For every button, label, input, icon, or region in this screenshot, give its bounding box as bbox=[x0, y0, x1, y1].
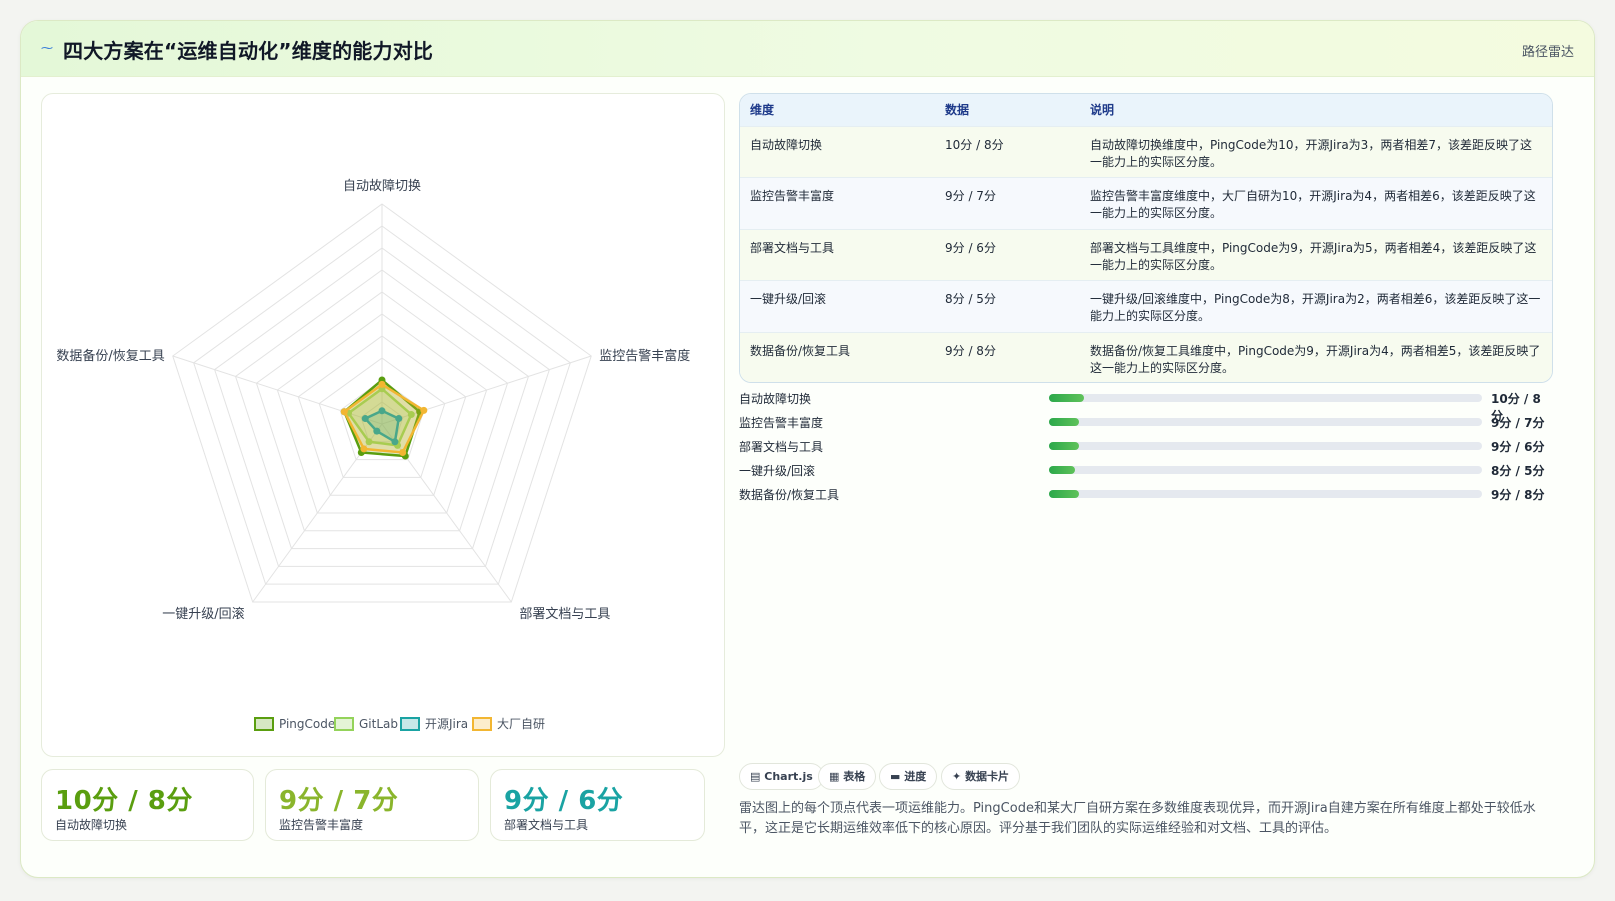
progress-label: 一键升级/回滚 bbox=[739, 464, 816, 478]
radar-axis-label: 数据备份/恢复工具 bbox=[56, 348, 164, 364]
radar-point bbox=[420, 406, 428, 414]
radar-point bbox=[340, 408, 348, 416]
table-row: 部署文档与工具 9分 / 6分 部署文档与工具维度中，PingCode为9，开源… bbox=[740, 228, 1552, 281]
progress-row: 部署文档与工具 9分 / 6分 bbox=[739, 436, 1549, 456]
progress-value: 9分 / 8分 bbox=[1491, 488, 1545, 502]
page-title: 四大方案在“运维自动化”维度的能力对比 bbox=[63, 39, 434, 63]
table-cell-data: 9分 / 7分 bbox=[935, 177, 1080, 229]
progress-icon: ▬ bbox=[890, 770, 901, 783]
progress-track bbox=[1049, 394, 1482, 402]
table-header-row: 维度 数据 说明 bbox=[740, 94, 1552, 126]
progress-value: 8分 / 5分 bbox=[1491, 464, 1545, 478]
progress-value: 9分 / 7分 bbox=[1491, 416, 1545, 430]
chip-label: Chart.js bbox=[764, 770, 813, 783]
chip-table[interactable]: ▦ 表格 bbox=[818, 763, 877, 790]
progress-track bbox=[1049, 490, 1482, 498]
chip-chartjs[interactable]: ▤ Chart.js bbox=[739, 763, 824, 790]
chart-icon: ▤ bbox=[750, 770, 761, 783]
header: ⁓ 四大方案在“运维自动化”维度的能力对比 路径雷达 bbox=[21, 21, 1594, 77]
table-row: 数据备份/恢复工具 9分 / 8分 数据备份/恢复工具维度中，PingCode为… bbox=[740, 331, 1552, 382]
table-header: 维度 bbox=[740, 94, 935, 126]
table-row: 监控告警丰富度 9分 / 7分 监控告警丰富度维度中，大厂自研为10，开源Jir… bbox=[740, 177, 1552, 229]
kpi-value: 9分 / 6分 bbox=[504, 786, 624, 816]
progress-label: 部署文档与工具 bbox=[739, 440, 824, 454]
progress-fill bbox=[1049, 490, 1080, 498]
table-header: 数据 bbox=[935, 94, 1080, 126]
kpi-label: 部署文档与工具 bbox=[504, 818, 589, 832]
progress-fill bbox=[1049, 418, 1080, 426]
chip-progress[interactable]: ▬ 进度 bbox=[879, 763, 938, 790]
legend-swatch bbox=[472, 717, 492, 731]
legend-label: GitLab bbox=[359, 717, 398, 731]
radar-axis-label: 部署文档与工具 bbox=[519, 607, 610, 622]
table-cell-data: 10分 / 8分 bbox=[935, 125, 1080, 178]
progress-row: 监控告警丰富度 9分 / 7分 bbox=[739, 412, 1549, 432]
table-cell-dimension: 监控告警丰富度 bbox=[740, 177, 935, 229]
progress-track bbox=[1049, 466, 1482, 474]
legend-swatch bbox=[254, 717, 274, 731]
legend-swatch bbox=[334, 717, 354, 731]
description-note: 雷达图上的每个顶点代表一项运维能力。PingCode和某大厂自研方案在多数维度表… bbox=[739, 801, 1536, 836]
kpi-value: 9分 / 7分 bbox=[279, 786, 399, 816]
kpi-card-3: 9分 / 6分 部署文档与工具 bbox=[490, 769, 705, 841]
main-card: ⁓ 四大方案在“运维自动化”维度的能力对比 路径雷达 自动故障切换 监控告警丰富度… bbox=[20, 20, 1595, 878]
legend-label: PingCode bbox=[279, 717, 335, 731]
table-cell-data: 9分 / 8分 bbox=[935, 331, 1080, 382]
progress-row: 自动故障切换 10分 / 8分 bbox=[739, 388, 1549, 423]
kpi-label: 监控告警丰富度 bbox=[279, 818, 364, 832]
progress-track bbox=[1049, 418, 1482, 426]
table-row: 一键升级/回滚 8分 / 5分 一键升级/回滚维度中，PingCode为8，开源… bbox=[740, 280, 1552, 332]
progress-label: 监控告警丰富度 bbox=[739, 416, 824, 430]
table-cell-dimension: 部署文档与工具 bbox=[740, 228, 935, 281]
progress-value: 9分 / 6分 bbox=[1491, 440, 1545, 454]
table-row: 自动故障切换 10分 / 8分 自动故障切换维度中，PingCode为10，开源… bbox=[740, 125, 1552, 178]
progress-row: 一键升级/回滚 8分 / 5分 bbox=[739, 460, 1549, 480]
table-cell-description: 自动故障切换维度中，PingCode为10，开源Jira为3，两者相差7，该差距… bbox=[1080, 125, 1552, 178]
chip-label: 表格 bbox=[843, 770, 866, 783]
chip-label: 数据卡片 bbox=[965, 770, 1010, 783]
radar-axis-label: 监控告警丰富度 bbox=[599, 348, 690, 364]
progress-fill bbox=[1049, 394, 1084, 402]
progress-fill bbox=[1049, 466, 1075, 474]
table-header: 说明 bbox=[1080, 94, 1552, 126]
table-cell-dimension: 自动故障切换 bbox=[740, 125, 935, 178]
table-cell-description: 一键升级/回滚维度中，PingCode为8，开源Jira为2，两者相差6，该差距… bbox=[1080, 280, 1552, 332]
chart-line-icon: ⁓ bbox=[41, 41, 53, 55]
kpi-value: 10分 / 8分 bbox=[55, 786, 193, 816]
table-cell-data: 9分 / 6分 bbox=[935, 228, 1080, 281]
table-cell-dimension: 数据备份/恢复工具 bbox=[740, 331, 935, 382]
chip-data-card[interactable]: ✦ 数据卡片 bbox=[941, 763, 1021, 790]
legend-label: 大厂自研 bbox=[497, 717, 545, 731]
radar-point bbox=[378, 380, 386, 388]
progress-label: 自动故障切换 bbox=[739, 392, 812, 406]
card-icon: ✦ bbox=[952, 770, 962, 783]
table-cell-dimension: 一键升级/回滚 bbox=[740, 280, 935, 332]
legend-label: 开源Jira bbox=[425, 717, 468, 731]
progress-row: 数据备份/恢复工具 9分 / 8分 bbox=[739, 484, 1549, 504]
kpi-label: 自动故障切换 bbox=[55, 818, 128, 832]
radar-chart: 自动故障切换监控告警丰富度部署文档与工具 一键升级/回滚 数据备份/恢复工具 Ping… bbox=[56, 179, 690, 731]
progress-fill bbox=[1049, 442, 1080, 450]
radar-axis-label: 一键升级/回滚 bbox=[162, 606, 244, 622]
data-table: 维度 数据 说明 自动故障切换 10分 / 8分 自动故障切换维度中，PingC… bbox=[740, 94, 1552, 382]
kpi-card-1: 10分 / 8分 自动故障切换 bbox=[41, 769, 254, 841]
table-cell-description: 部署文档与工具维度中，PingCode为9，开源Jira为5，两者相差4，该差距… bbox=[1080, 228, 1552, 281]
table-cell-data: 8分 / 5分 bbox=[935, 280, 1080, 332]
header-badge: 路径雷达 bbox=[1521, 45, 1574, 60]
table-cell-description: 监控告警丰富度维度中，大厂自研为10，开源Jira为4，两者相差6，该差距反映了… bbox=[1080, 177, 1552, 229]
radar-point bbox=[399, 448, 407, 456]
data-table-wrapper: 维度 数据 说明 自动故障切换 10分 / 8分 自动故障切换维度中，PingC… bbox=[739, 93, 1553, 383]
chip-label: 进度 bbox=[904, 770, 927, 783]
radar-chart-panel: 自动故障切换监控告警丰富度部署文档与工具 一键升级/回滚 数据备份/恢复工具 Ping… bbox=[41, 93, 725, 757]
table-icon: ▦ bbox=[829, 770, 840, 783]
progress-track bbox=[1049, 442, 1482, 450]
kpi-card-2: 9分 / 7分 监控告警丰富度 bbox=[265, 769, 479, 841]
legend-swatch bbox=[400, 717, 420, 731]
radar-axis-label: 自动故障切换 bbox=[343, 179, 421, 194]
table-cell-description: 数据备份/恢复工具维度中，PingCode为9，开源Jira为4，两者相差5，该… bbox=[1080, 331, 1552, 382]
progress-label: 数据备份/恢复工具 bbox=[739, 488, 840, 502]
radar-point bbox=[360, 445, 368, 453]
